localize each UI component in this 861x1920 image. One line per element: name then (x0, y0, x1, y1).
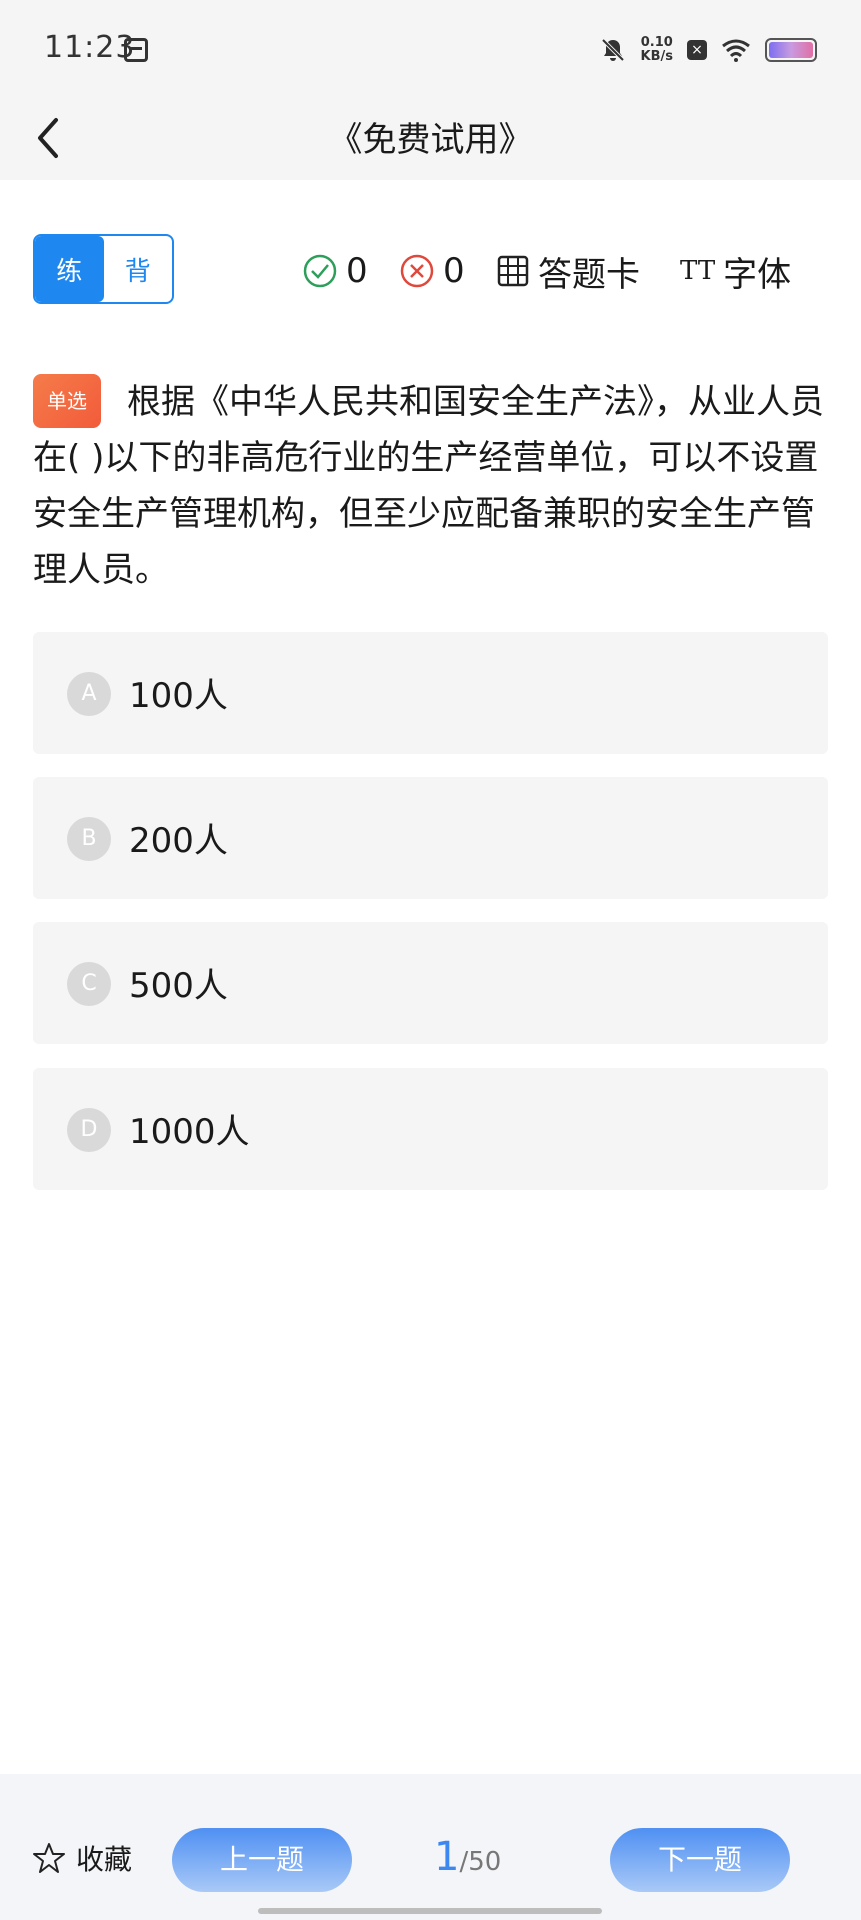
star-icon (33, 1843, 65, 1873)
option-letter: C (67, 962, 111, 1006)
bottom-bar: 收藏 上一题 1 /50 下一题 (0, 1774, 861, 1920)
next-question-button[interactable]: 下一题 (610, 1828, 790, 1892)
favorite-label: 收藏 (76, 1843, 133, 1876)
home-indicator[interactable] (258, 1908, 602, 1914)
prev-question-button[interactable]: 上一题 (172, 1828, 352, 1892)
progress-total: /50 (459, 1847, 502, 1877)
mode-recite-button[interactable]: 背 (104, 236, 173, 302)
option-b[interactable]: B 200人 (33, 777, 828, 899)
font-label: 字体 (723, 254, 792, 295)
question-progress: 1 /50 (434, 1834, 501, 1880)
correct-count: 0 (346, 251, 368, 291)
network-speed-unit: KB/s (640, 49, 673, 64)
correct-stat: 0 (302, 246, 368, 296)
mode-toggle: 练 背 (33, 234, 174, 304)
question-type-badge: 单选 (33, 374, 101, 428)
option-d[interactable]: D 1000人 (33, 1068, 828, 1190)
status-bar: 11:23 0.10 KB/s × (0, 0, 861, 100)
option-text: 1000人 (129, 1112, 250, 1152)
wifi-icon (722, 39, 750, 62)
bell-off-icon (601, 38, 624, 62)
option-letter: A (67, 672, 111, 716)
status-time: 11:23 (44, 30, 136, 65)
quiz-page: 11:23 0.10 KB/s × 《免费试用》 练 背 0 0 答题卡 TT … (0, 0, 861, 1920)
question-text: 根据《中华人民共和国安全生产法》，从业人员在( )以下的非高危行业的生产经营单位… (33, 382, 824, 590)
option-letter: D (67, 1108, 111, 1152)
option-text: 100人 (129, 676, 228, 716)
grid-icon (497, 255, 529, 287)
header: 《免费试用》 (0, 100, 861, 180)
x-circle-icon (400, 254, 434, 288)
font-size-icon: TT (680, 256, 716, 286)
option-letter: B (67, 817, 111, 861)
network-speed-value: 0.10 (640, 35, 673, 50)
mode-practice-button[interactable]: 练 (35, 236, 104, 302)
wrong-stat: 0 (399, 246, 465, 296)
progress-current: 1 (434, 1834, 460, 1880)
close-box-icon: × (687, 40, 707, 60)
favorite-button[interactable]: 收藏 (32, 1838, 132, 1878)
battery-level (769, 42, 813, 58)
option-c[interactable]: C 500人 (33, 922, 828, 1044)
font-button[interactable]: TT 字体 (680, 246, 791, 296)
option-text: 500人 (129, 966, 228, 1006)
check-circle-icon (303, 254, 337, 288)
status-indicators: 0.10 KB/s × (599, 30, 817, 70)
answer-card-label: 答题卡 (538, 254, 640, 295)
calendar-icon (124, 38, 148, 62)
option-text: 200人 (129, 821, 228, 861)
network-speed: 0.10 KB/s (641, 36, 673, 64)
page-title: 《免费试用》 (328, 120, 533, 160)
question-stem: 单选 根据《中华人民共和国安全生产法》，从业人员在( )以下的非高危行业的生产经营… (33, 374, 833, 598)
wrong-count: 0 (443, 251, 465, 291)
battery-icon (765, 38, 817, 62)
option-a[interactable]: A 100人 (33, 632, 828, 754)
answer-card-button[interactable]: 答题卡 (496, 246, 640, 296)
